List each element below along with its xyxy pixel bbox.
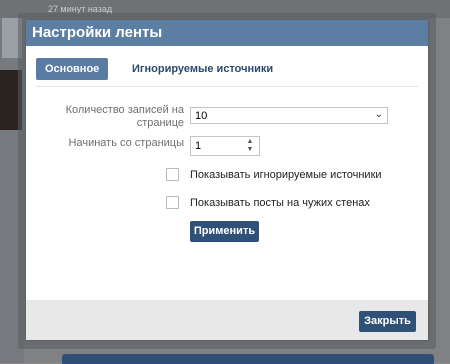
tab-ignored-sources[interactable]: Игнорируемые источники [132, 58, 273, 80]
show-ignored-sources-label[interactable]: Показывать игнорируемые источники [190, 169, 382, 181]
posts-per-page-select[interactable]: 10 ⌄ [190, 107, 388, 124]
stepper-buttons: ▲ ▼ [243, 138, 257, 154]
dialog-title: Настройки ленты [32, 24, 163, 41]
tab-general[interactable]: Основное [36, 58, 109, 80]
chevron-down-icon[interactable]: ▼ [243, 146, 257, 154]
posts-per-page-label: Количество записей на странице [65, 104, 184, 129]
posts-per-page-value: 10 [195, 110, 208, 122]
apply-button[interactable]: Применить [190, 221, 259, 242]
show-ignored-sources-checkbox[interactable] [166, 168, 179, 181]
close-button[interactable]: Закрыть [359, 311, 416, 332]
feed-settings-dialog: Настройки ленты Основное Игнорируемые ис… [26, 20, 428, 340]
chevron-up-icon[interactable]: ▲ [243, 138, 257, 146]
start-page-stepper[interactable]: 1 ▲ ▼ [190, 136, 260, 156]
show-posts-on-other-walls-label[interactable]: Показывать посты на чужих стенах [190, 197, 370, 209]
dialog-footer: Закрыть [26, 300, 428, 340]
show-posts-on-other-walls-checkbox[interactable] [166, 196, 179, 209]
dialog-header: Настройки ленты [26, 20, 428, 46]
start-page-value: 1 [195, 140, 202, 152]
start-page-label: Начинать со страницы [68, 137, 184, 149]
tabs-divider [36, 86, 418, 87]
chevron-down-icon: ⌄ [374, 109, 383, 120]
tab-bar: Основное Игнорируемые источники [36, 58, 416, 82]
